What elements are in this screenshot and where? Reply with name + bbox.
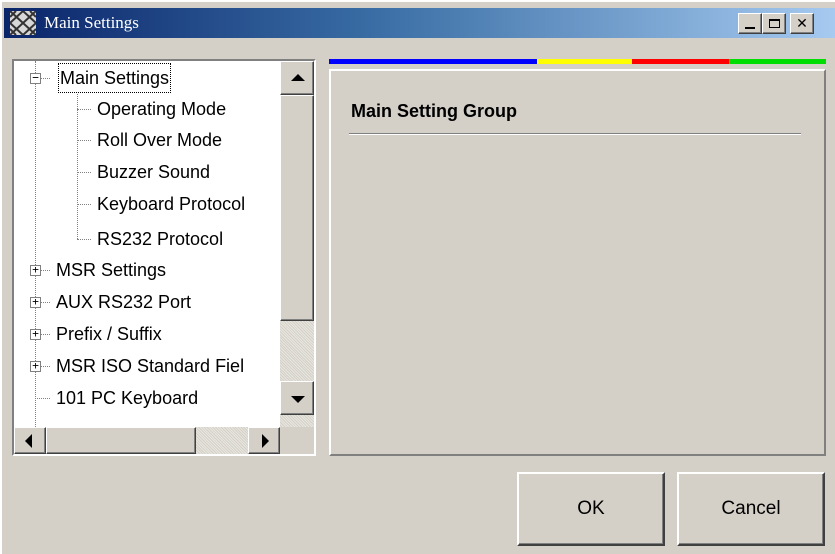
tree-branch (77, 172, 91, 173)
tree-branch (77, 140, 91, 141)
arrow-left-icon (25, 434, 32, 448)
title-bar[interactable]: Main Settings ✕ (4, 8, 835, 38)
settings-content-panel: Main Setting Group (329, 69, 826, 456)
tree-item-label: RS232 Protocol (97, 229, 224, 249)
close-button[interactable]: ✕ (790, 13, 814, 34)
tree-item-label: Roll Over Mode (97, 130, 223, 150)
maximize-button[interactable] (762, 13, 786, 34)
expand-icon[interactable]: + (30, 328, 41, 340)
minimize-button[interactable] (738, 13, 762, 34)
tree-root-line (35, 61, 36, 427)
arrow-down-icon (291, 396, 305, 403)
close-icon: ✕ (796, 15, 808, 32)
expand-icon[interactable]: + (30, 264, 41, 276)
color-bar-green (729, 59, 826, 64)
tree-item-label: Prefix / Suffix (56, 324, 162, 344)
tree-branch (41, 366, 50, 367)
tree-branch (77, 204, 91, 205)
vertical-scroll-thumb[interactable] (280, 95, 314, 321)
main-settings-window: Main Settings ✕ − Main Settings Operatin… (0, 0, 835, 554)
expand-icon[interactable]: + (30, 360, 41, 372)
tree-branch (41, 270, 50, 271)
color-bar-red (632, 59, 729, 64)
window-title: Main Settings (44, 13, 139, 32)
color-bar-yellow (537, 59, 632, 64)
tree-branch (41, 334, 50, 335)
scrollbar-corner (280, 427, 314, 454)
group-divider (349, 133, 801, 135)
scroll-left-button[interactable] (14, 427, 46, 454)
tree-item-label: 101 PC Keyboard (56, 388, 199, 408)
group-title: Main Setting Group (351, 101, 517, 121)
horizontal-scrollbar[interactable] (14, 427, 280, 454)
horizontal-scroll-thumb[interactable] (46, 427, 196, 454)
expand-icon[interactable]: + (30, 296, 41, 308)
tree-branch (41, 302, 50, 303)
tree-branch (77, 239, 91, 240)
tree-branch (35, 398, 50, 399)
app-logo-icon (10, 11, 36, 35)
minimize-icon (745, 27, 755, 29)
maximize-icon (768, 19, 780, 28)
collapse-icon[interactable]: − (30, 72, 41, 84)
scroll-right-button[interactable] (248, 427, 280, 454)
vertical-scrollbar[interactable] (280, 61, 314, 427)
scroll-up-button[interactable] (280, 61, 314, 95)
arrow-up-icon (291, 74, 305, 81)
ok-button[interactable]: OK (517, 472, 665, 546)
tree-branch (41, 78, 50, 79)
cancel-button[interactable]: Cancel (677, 472, 825, 546)
tree-item-label: MSR ISO Standard Fiel (56, 356, 245, 376)
tree-view[interactable]: − Main Settings Operating Mode Roll Over… (14, 61, 280, 427)
tree-item-label: Keyboard Protocol (97, 194, 246, 214)
tree-item-label: Buzzer Sound (97, 162, 211, 182)
settings-tree[interactable]: − Main Settings Operating Mode Roll Over… (12, 59, 316, 456)
tree-item-label: MSR Settings (56, 260, 167, 280)
arrow-right-icon (262, 434, 269, 448)
tree-branch (77, 109, 91, 110)
scroll-down-button[interactable] (280, 381, 314, 415)
tree-item-label: Operating Mode (97, 99, 227, 119)
tree-item-label: Main Settings (58, 63, 172, 93)
color-bar-blue (329, 59, 537, 64)
tree-item-label: AUX RS232 Port (56, 292, 192, 312)
